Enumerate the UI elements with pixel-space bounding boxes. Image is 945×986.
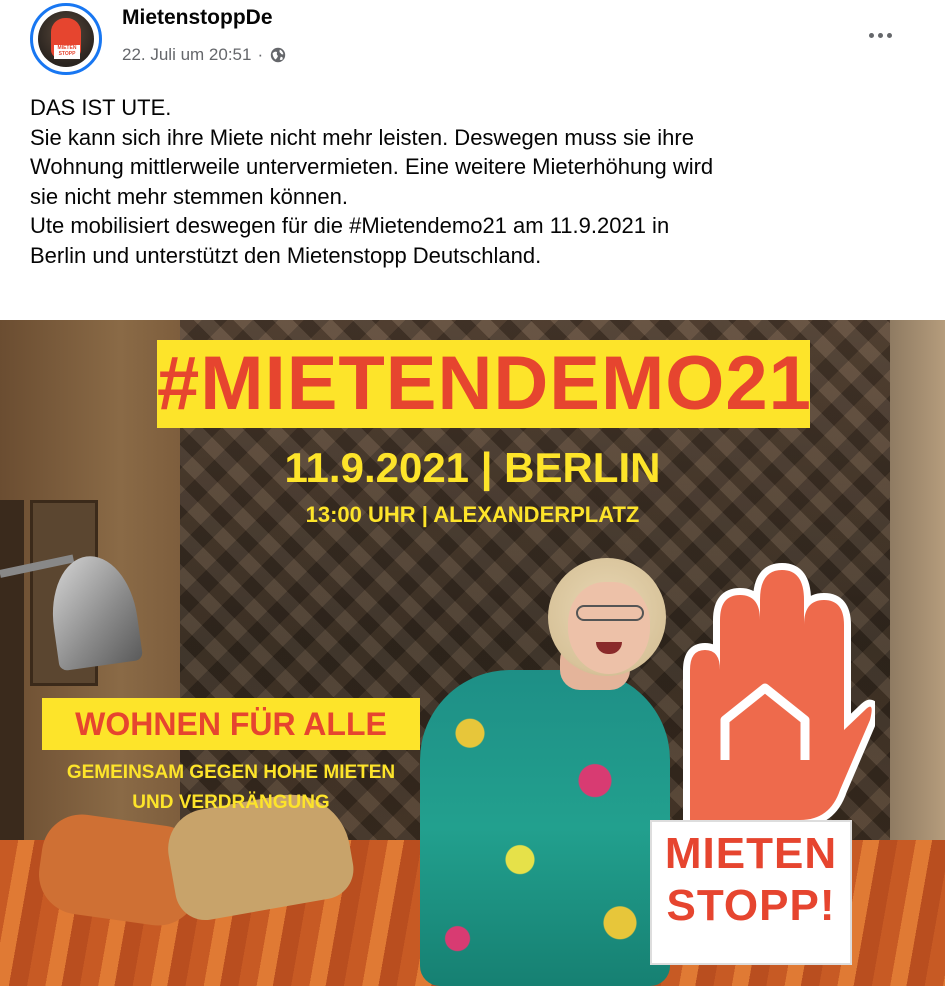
page-name-link[interactable]: MietenstoppDe [122, 6, 273, 30]
post-image[interactable]: MIETEN STOPP! #MIETENDEMO21 11.9.2021 | … [0, 320, 945, 986]
page-avatar[interactable]: MIETEN STOPP [30, 3, 102, 75]
post-text: DAS IST UTE. Sie kann sich ihre Miete ni… [30, 93, 930, 270]
post-header: MIETEN STOPP MietenstoppDe 22. Juli um 2… [0, 0, 945, 85]
facebook-post: MIETEN STOPP MietenstoppDe 22. Juli um 2… [0, 0, 945, 986]
hand-sign-icon [683, 563, 875, 827]
post-text-line: Berlin und unterstützt den Mietenstopp D… [30, 242, 542, 268]
person-face [568, 582, 650, 674]
poster-subslogan: GEMEINSAM GEGEN HOHE MIETEN UND VERDRÄNG… [42, 758, 420, 818]
sign-line: STOPP! [666, 881, 836, 930]
person-dress [420, 670, 670, 986]
avatar-image: MIETEN STOPP [38, 11, 94, 67]
more-options-button[interactable] [858, 18, 902, 52]
sign-text: MIETEN STOPP! [650, 828, 852, 932]
post-text-line: Sie kann sich ihre Miete nicht mehr leis… [30, 124, 694, 150]
poster-date-place: 11.9.2021 | BERLIN [284, 444, 661, 491]
more-dot [886, 32, 892, 38]
poster-slogan: WOHNEN FÜR ALLE [75, 706, 387, 742]
post-timestamp[interactable]: 22. Juli um 20:51 [122, 45, 251, 65]
post-meta: 22. Juli um 20:51 · [122, 45, 287, 65]
meta-separator: · [257, 45, 264, 64]
more-dot [868, 32, 874, 38]
post-text-line: sie nicht mehr stemmen können. [30, 183, 348, 209]
avatar-sign: MIETEN STOPP [54, 45, 80, 59]
poster-title: #MIETENDEMO21 [157, 341, 812, 426]
poster-time-place: 13:00 UHR | ALEXANDERPLATZ [305, 502, 640, 527]
more-dot [877, 32, 883, 38]
subslogan-line: UND VERDRÄNGUNG [132, 792, 330, 813]
sign-line: MIETEN [664, 829, 838, 878]
post-text-line: DAS IST UTE. [30, 95, 172, 120]
glasses-icon [576, 605, 644, 621]
subslogan-line: GEMEINSAM GEGEN HOHE MIETEN [66, 762, 396, 783]
post-text-line: Wohnung mittlerweile untervermieten. Ein… [30, 154, 714, 179]
post-text-line: Ute mobilisiert deswegen für die #Mieten… [30, 213, 670, 238]
globe-icon[interactable] [269, 46, 287, 64]
